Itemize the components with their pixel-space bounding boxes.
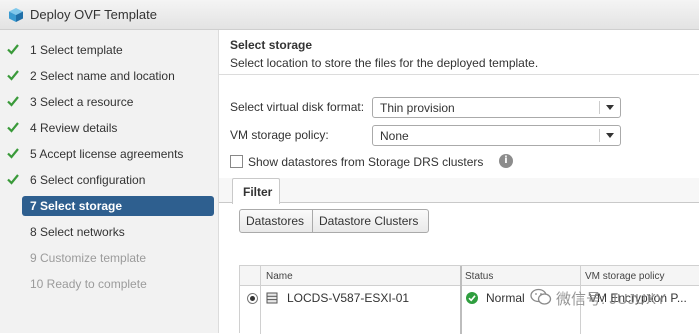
row-radio[interactable]	[247, 293, 258, 304]
select-divider	[599, 129, 600, 142]
step-select-template[interactable]: 1 Select template	[0, 40, 219, 60]
step-customize-template: 9 Customize template	[0, 248, 219, 268]
disk-format-label: Select virtual disk format:	[230, 100, 365, 114]
button-label: Datastores	[246, 214, 305, 228]
datastore-status: Normal	[486, 291, 525, 305]
page-subtitle: Select location to store the files for t…	[230, 56, 539, 70]
check-icon	[7, 174, 19, 185]
page-title: Select storage	[230, 38, 313, 52]
tab-label: Filter	[243, 185, 273, 199]
step-ready-to-complete: 10 Ready to complete	[0, 274, 219, 294]
storage-policy-label: VM storage policy:	[230, 128, 329, 142]
watermark: 微信号: JUJUXY	[530, 286, 699, 310]
watermark-text: 微信号: JUJUXY	[556, 291, 667, 308]
datastore-name: LOCDS-V587-ESXI-01	[287, 291, 410, 305]
step-label: 6 Select configuration	[30, 173, 146, 187]
show-drs-checkbox[interactable]	[230, 155, 243, 168]
step-label: 2 Select name and location	[30, 69, 175, 83]
wizard-steps: 1 Select template 2 Select name and loca…	[0, 30, 219, 333]
check-icon	[7, 122, 19, 133]
datastore-clusters-button[interactable]: Datastore Clusters	[312, 209, 429, 233]
wechat-icon	[530, 288, 552, 305]
table-header: Name Status VM storage policy	[240, 266, 699, 286]
chevron-down-icon	[606, 133, 614, 138]
column-name[interactable]: Name	[266, 271, 293, 282]
step-label: 7 Select storage	[30, 199, 123, 213]
status-ok-icon	[466, 292, 478, 304]
check-icon	[7, 148, 19, 159]
window-title: Deploy OVF Template	[30, 7, 157, 22]
storage-policy-value: None	[380, 129, 409, 143]
disk-format-select[interactable]: Thin provision	[372, 97, 621, 118]
step-select-configuration[interactable]: 6 Select configuration	[0, 170, 219, 190]
step-label: 9 Customize template	[30, 251, 147, 265]
datastores-button[interactable]: Datastores	[239, 209, 313, 233]
step-select-storage[interactable]: 7 Select storage	[0, 196, 219, 216]
step-accept-license[interactable]: 5 Accept license agreements	[0, 144, 219, 164]
tab-filter[interactable]: Filter	[232, 178, 280, 204]
step-select-resource[interactable]: 3 Select a resource	[0, 92, 219, 112]
step-select-networks[interactable]: 8 Select networks	[0, 222, 219, 242]
storage-policy-select[interactable]: None	[372, 125, 621, 146]
step-label: 8 Select networks	[30, 225, 125, 239]
step-label: 3 Select a resource	[30, 95, 134, 109]
step-label: 1 Select template	[30, 43, 123, 57]
button-label: Datastore Clusters	[319, 214, 419, 228]
step-label: 5 Accept license agreements	[30, 147, 184, 161]
chevron-down-icon	[606, 105, 614, 110]
step-label: 10 Ready to complete	[30, 277, 147, 291]
check-icon	[7, 96, 19, 107]
radio-dot	[250, 296, 255, 301]
datastore-icon	[266, 292, 278, 304]
select-divider	[599, 101, 600, 114]
check-icon	[7, 44, 19, 55]
step-label: 4 Review details	[30, 121, 118, 135]
title-bar: Deploy OVF Template	[0, 0, 699, 30]
check-icon	[7, 70, 19, 81]
step-review-details[interactable]: 4 Review details	[0, 118, 219, 138]
show-drs-label[interactable]: Show datastores from Storage DRS cluster…	[248, 155, 483, 169]
vapp-icon	[9, 8, 23, 22]
page-header: Select storage Select location to store …	[219, 30, 699, 75]
column-vm-storage-policy[interactable]: VM storage policy	[585, 271, 664, 282]
step-select-name-location[interactable]: 2 Select name and location	[0, 66, 219, 86]
column-status[interactable]: Status	[465, 271, 493, 282]
disk-format-value: Thin provision	[380, 101, 455, 115]
info-icon[interactable]: i	[499, 154, 513, 168]
tab-bar	[219, 178, 699, 203]
